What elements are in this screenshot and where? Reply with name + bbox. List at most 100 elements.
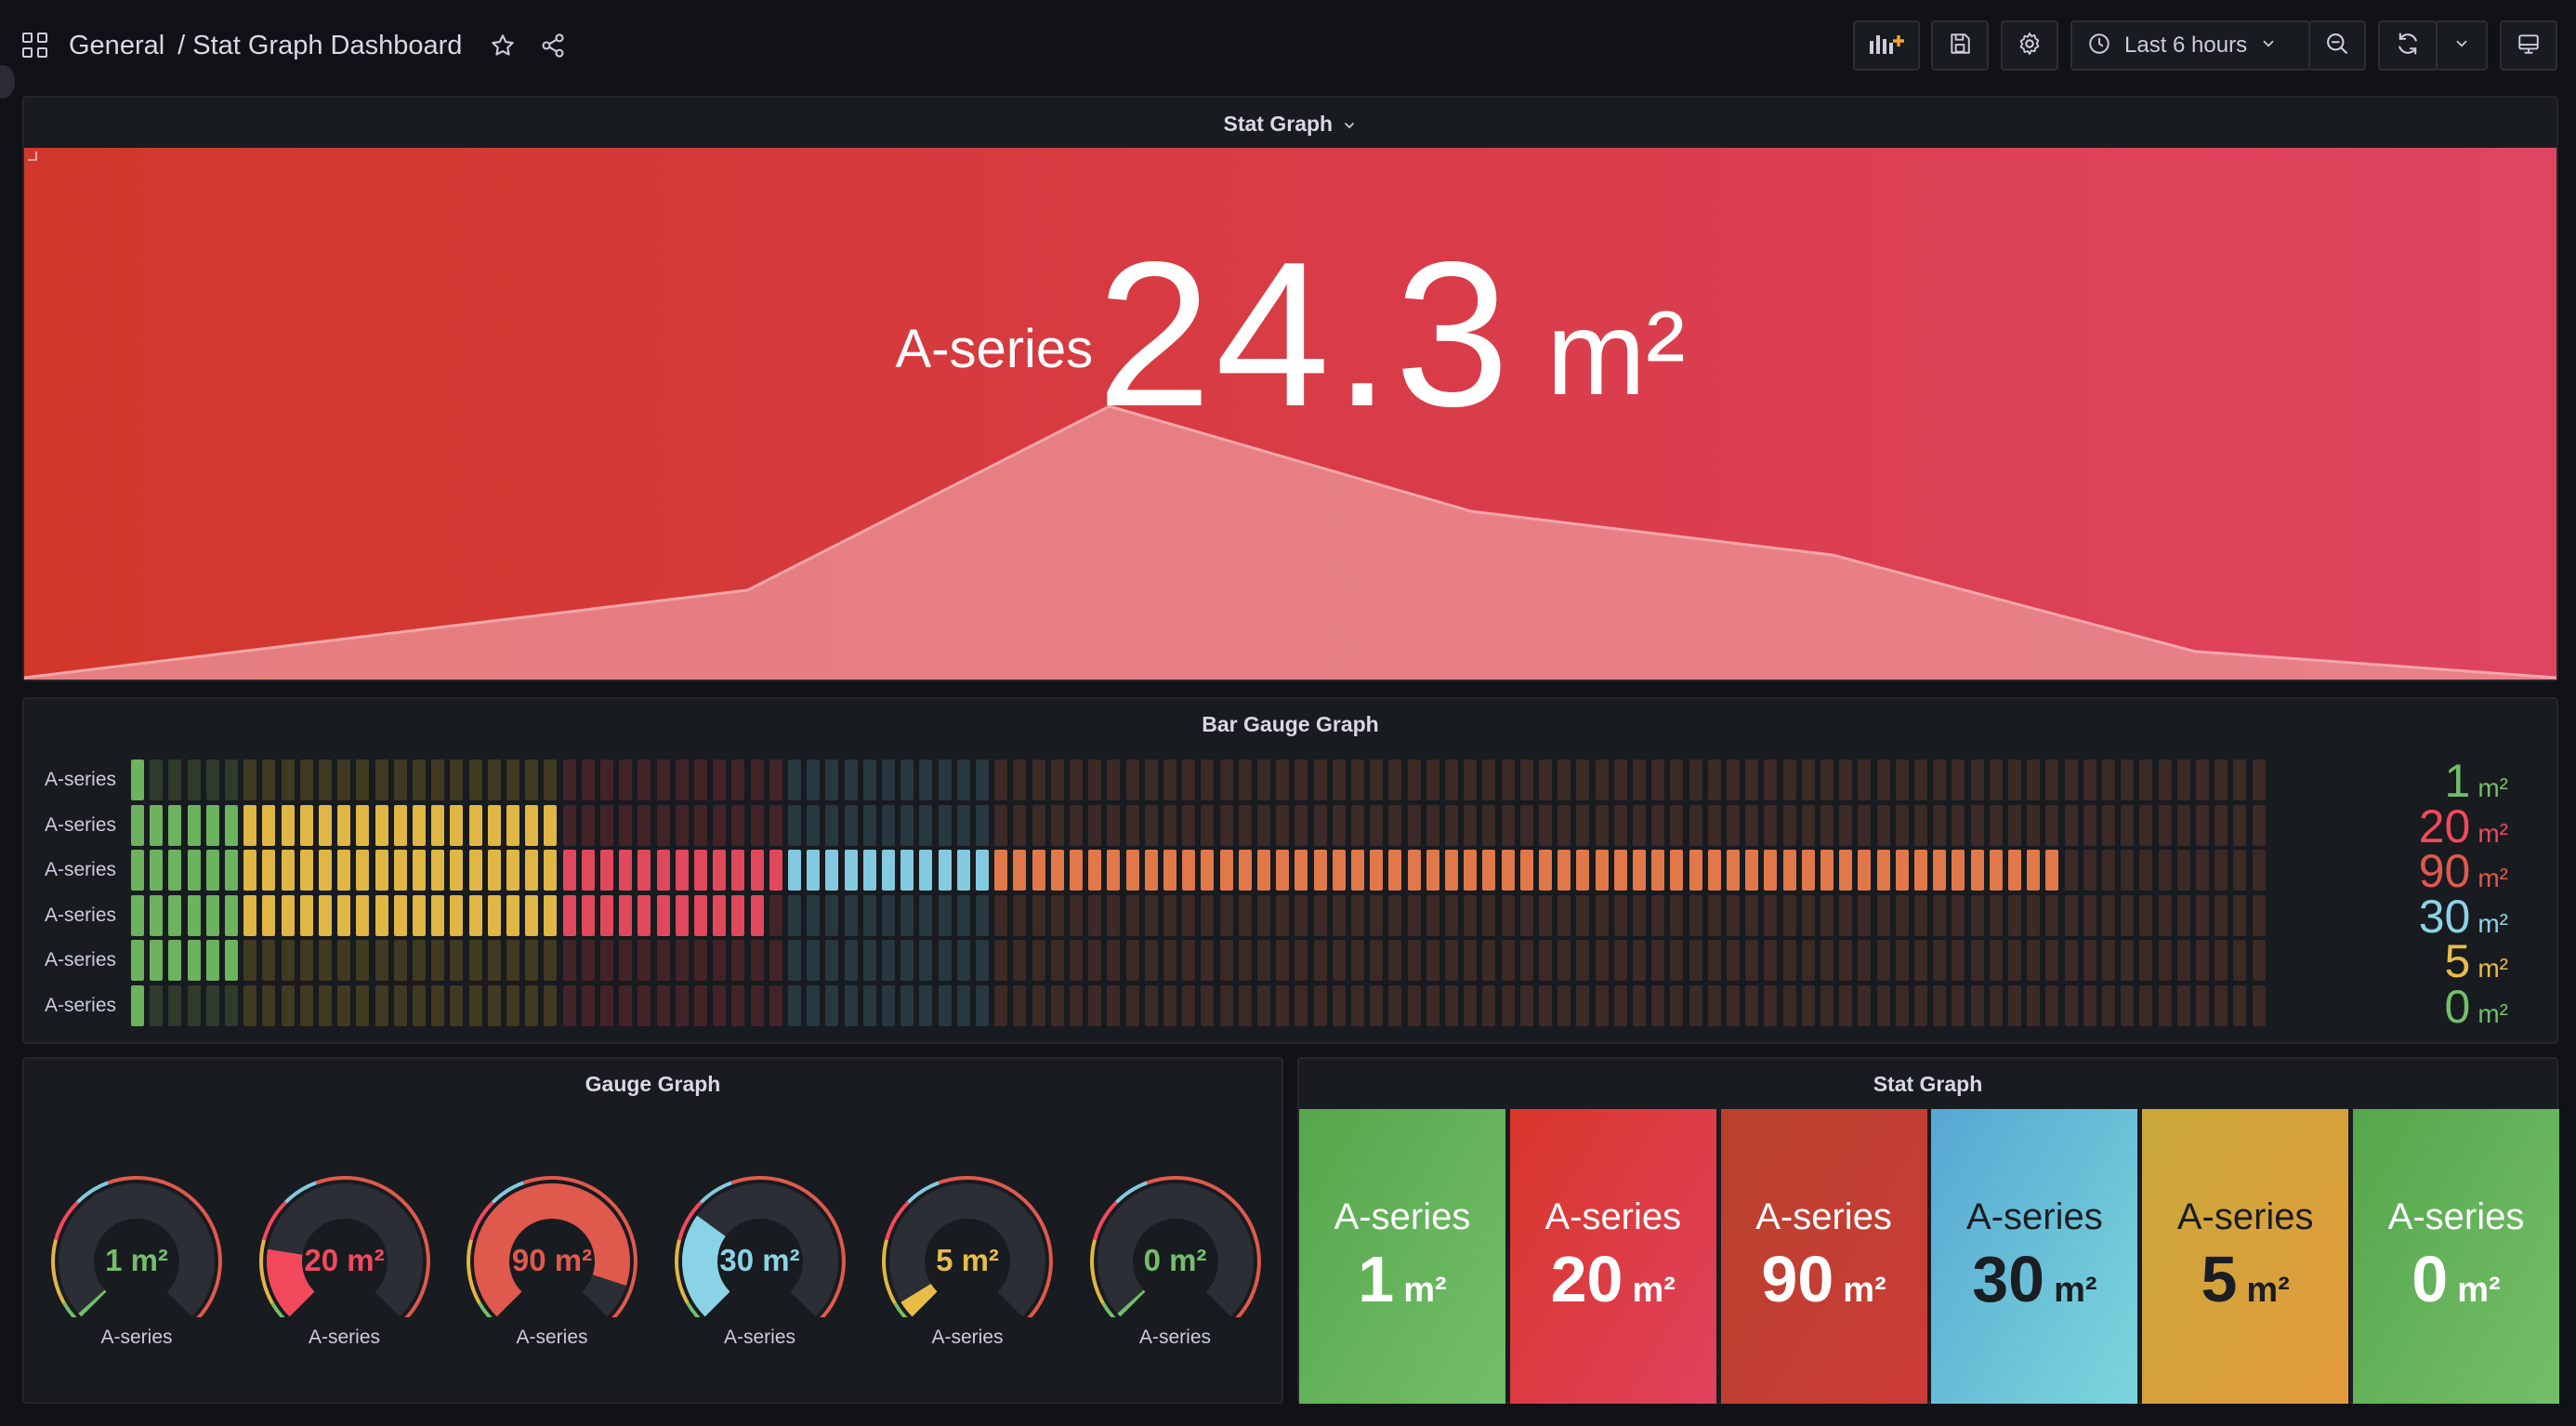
bar-gauge-cell	[844, 984, 858, 1026]
bar-gauge-cell	[225, 759, 238, 800]
stat-tile: A-series 1 m²	[1299, 1109, 1505, 1404]
resize-handle-icon[interactable]	[24, 148, 37, 161]
star-icon[interactable]	[486, 29, 519, 62]
refresh-interval-button[interactable]	[2436, 20, 2488, 71]
panel-title[interactable]: Stat Graph	[24, 112, 2556, 137]
bar-gauge-cell	[393, 804, 407, 846]
bar-gauge-cell	[1557, 759, 1571, 800]
bar-gauge-cell	[1238, 940, 1252, 981]
bar-gauge-cell	[1707, 940, 1721, 981]
bar-gauge-cell	[1295, 894, 1308, 936]
dashboard-title[interactable]: Stat Graph Dashboard	[192, 31, 462, 61]
bar-gauge-cell	[1839, 894, 1853, 936]
breadcrumb-folder[interactable]: General	[69, 31, 164, 61]
bar-gauge-cell	[1295, 759, 1308, 800]
bar-gauge-cell	[1576, 894, 1590, 936]
bar-gauge-cell	[788, 984, 801, 1026]
bar-gauge-cell	[562, 759, 576, 800]
bar-gauge-cell	[1933, 894, 1947, 936]
zoom-out-button[interactable]	[2308, 20, 2366, 71]
add-panel-button[interactable]	[1853, 20, 1920, 71]
bar-gauge-cell	[825, 940, 839, 981]
save-dashboard-button[interactable]	[1931, 20, 1989, 71]
bar-gauge-cell	[1858, 894, 1872, 936]
bar-gauge-cell	[581, 759, 595, 800]
bar-gauge-cell	[1370, 940, 1384, 981]
share-icon[interactable]	[536, 29, 570, 62]
bar-gauge-cell	[562, 984, 576, 1026]
bar-gauge-cell	[225, 850, 238, 891]
bar-gauge-cell	[1820, 984, 1833, 1026]
chevron-down-icon[interactable]	[1342, 118, 1357, 133]
bar-gauge-cell	[1651, 894, 1665, 936]
bar-gauge-cell	[882, 940, 895, 981]
panel-title[interactable]: Bar Gauge Graph	[24, 712, 2556, 737]
stat-tile-unit: m²	[2054, 1271, 2097, 1310]
bar-gauge-number: 0	[2444, 980, 2471, 1033]
bar-gauge-cell	[562, 804, 576, 846]
bar-gauge-cell	[337, 940, 351, 981]
bar-gauge-cell	[2252, 984, 2266, 1026]
bar-gauge-cell	[2083, 850, 2096, 891]
tv-mode-button[interactable]	[2500, 20, 2557, 71]
stat-tile-series: A-series	[2176, 1196, 2314, 1237]
bar-gauge-cell	[600, 940, 613, 981]
bar-gauge-cell	[1539, 804, 1552, 846]
bar-gauge-cell	[1651, 850, 1665, 891]
bar-gauge-cell	[882, 759, 895, 800]
bar-gauge-cell	[1351, 759, 1364, 800]
panel-title[interactable]: Gauge Graph	[24, 1072, 1281, 1097]
bar-gauge-cell	[2139, 850, 2153, 891]
bar-gauge-cell	[375, 894, 388, 936]
bar-gauge-cell	[1895, 759, 1909, 800]
bar-gauge-cell	[1332, 940, 1346, 981]
bar-gauge-cell	[1576, 759, 1590, 800]
sidebar-toggle-handle[interactable]	[0, 65, 15, 99]
bar-gauge-cell	[938, 894, 952, 936]
bar-gauge-cell	[1933, 850, 1947, 891]
bar-gauge-cell	[1351, 850, 1364, 891]
bar-gauge-cell	[2008, 894, 2021, 936]
gauge-label: A-series	[100, 1327, 173, 1348]
panel-title-text[interactable]: Stat Graph	[1224, 112, 1334, 136]
stat-tile-number: 1	[1358, 1243, 1395, 1315]
bar-gauge-cell	[1125, 984, 1139, 1026]
bar-gauge-cell	[919, 804, 933, 846]
bar-gauge-cell	[1182, 804, 1196, 846]
bar-gauge-cell	[713, 984, 727, 1026]
bar-gauge-cell	[1519, 759, 1533, 800]
bar-gauge-cell	[1482, 940, 1496, 981]
bar-gauge-cell	[1595, 940, 1609, 981]
bar-gauge-cell	[1257, 984, 1270, 1026]
bar-gauge-cell	[1388, 850, 1402, 891]
stat-tile-series: A-series	[2387, 1196, 2525, 1237]
bar-gauge-cell	[2121, 804, 2135, 846]
bar-gauge-cell	[356, 759, 370, 800]
time-range-picker[interactable]: Last 6 hours	[2070, 20, 2310, 71]
gauge: 30 m² A-series	[664, 1169, 856, 1373]
bar-gauge-cell	[1464, 894, 1478, 936]
bar-gauge-cell	[1858, 804, 1872, 846]
bar-gauge-cell	[750, 894, 764, 936]
stat-tile: A-series 0 m²	[2353, 1109, 2559, 1404]
bar-gauge-cell	[1370, 759, 1384, 800]
panel-title[interactable]: Stat Graph	[1299, 1072, 2556, 1097]
bar-gauge-cell	[1144, 759, 1158, 800]
bar-gauge-cell	[581, 894, 595, 936]
bar-gauge-cell	[2176, 894, 2190, 936]
bar-gauge-cell	[1820, 940, 1833, 981]
bar-gauge-cell	[1707, 894, 1721, 936]
bar-gauge-cell	[1482, 804, 1496, 846]
bar-gauge-cell	[900, 984, 914, 1026]
bar-gauge-cell	[187, 940, 201, 981]
bar-gauge-cell	[2027, 940, 2041, 981]
bar-gauge-cell	[1764, 804, 1778, 846]
dashboard-settings-button[interactable]	[2001, 20, 2058, 71]
bar-gauge-cell	[825, 804, 839, 846]
bar-gauge-cell	[1482, 984, 1496, 1026]
apps-icon[interactable]	[22, 33, 48, 59]
bar-gauge-cell	[2158, 894, 2172, 936]
refresh-button[interactable]	[2378, 20, 2438, 71]
bar-gauge-cell	[375, 850, 388, 891]
gauge-label: A-series	[931, 1327, 1004, 1348]
